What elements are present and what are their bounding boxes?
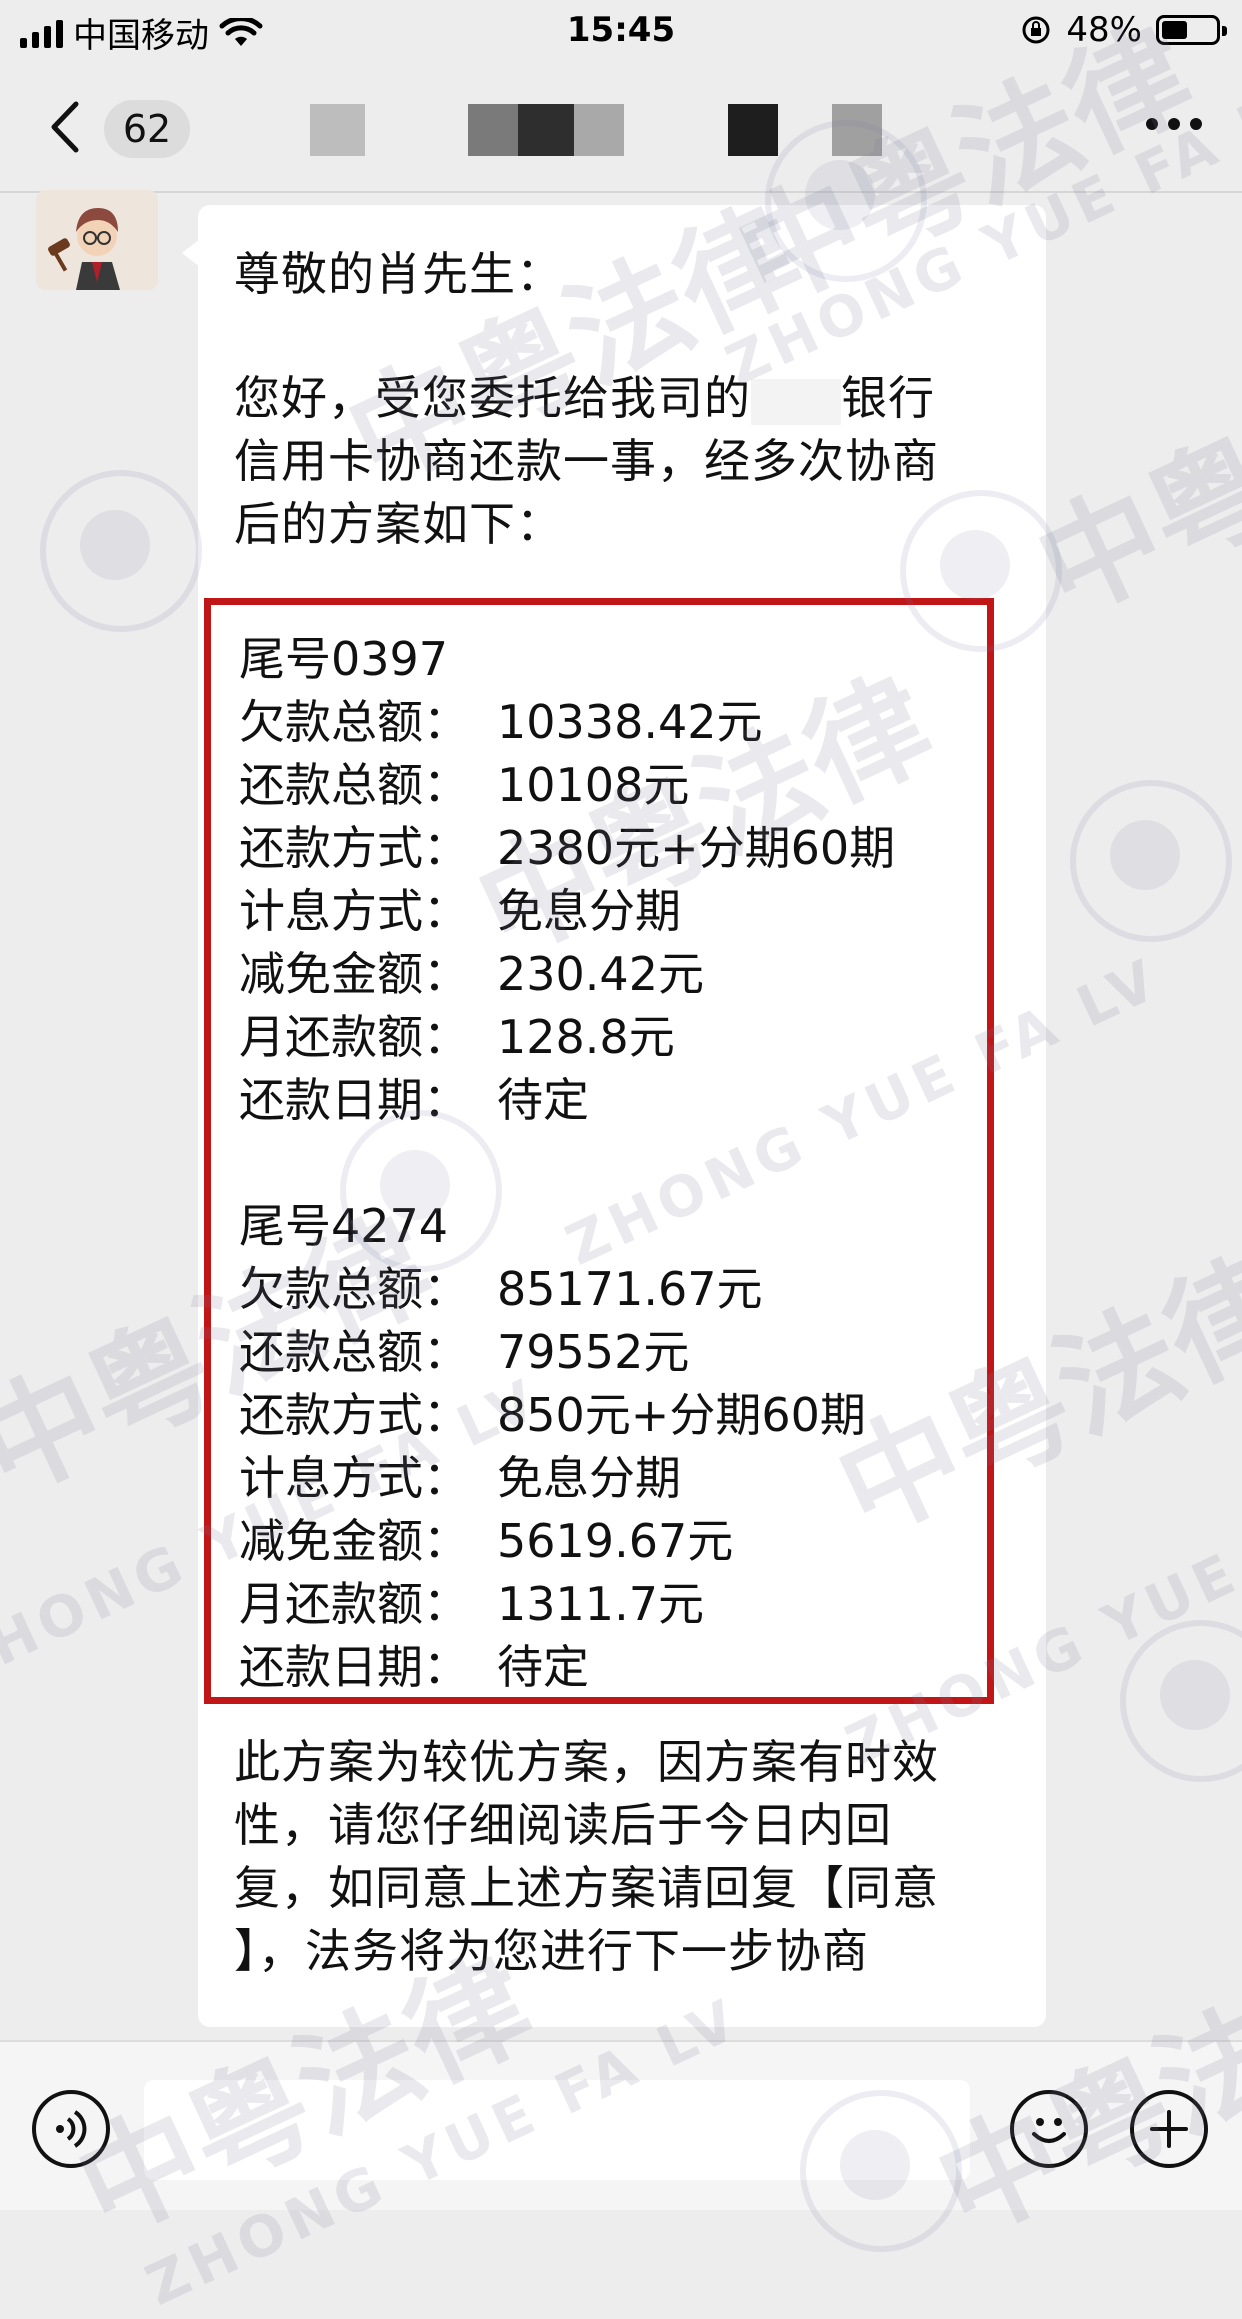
lawyer-avatar-icon	[36, 190, 158, 290]
plan-title: 尾号4274	[239, 1199, 449, 1253]
unread-count-badge[interactable]: 62	[104, 100, 190, 158]
intro-line-1a: 您好，受您委托给我司的	[234, 371, 751, 425]
closing-line-3: 复，如同意上述方案请回复【同意	[234, 1861, 939, 1915]
avatar[interactable]	[36, 190, 158, 290]
watermark-seal-icon	[1120, 1620, 1242, 1782]
plan-row-value: 10108元	[497, 758, 690, 812]
battery-icon	[1156, 15, 1227, 45]
message-input[interactable]	[144, 2080, 970, 2180]
plan-row-value: 5619.67元	[497, 1514, 734, 1568]
closing-line-1: 此方案为较优方案，因方案有时效	[234, 1735, 939, 1789]
plan-row-value: 2380元+分期60期	[497, 821, 896, 875]
voice-icon[interactable]	[32, 2090, 110, 2168]
battery-fill	[1162, 21, 1187, 39]
intro-line-3: 后的方案如下：	[234, 497, 563, 551]
plan-row-label: 还款日期：	[239, 1073, 469, 1127]
redacted-bank-name	[751, 378, 841, 425]
plan-row-value: 免息分期	[497, 884, 681, 938]
plan-row-value: 850元+分期60期	[497, 1388, 866, 1442]
plus-sign-icon	[1150, 2110, 1188, 2148]
smiley-face-icon	[1032, 2118, 1066, 2143]
back-chevron-icon[interactable]	[40, 92, 100, 162]
plan-row-value: 免息分期	[497, 1451, 681, 1505]
plan-row: 还款方式： 850元+分期60期	[239, 1379, 866, 1445]
plan-row: 还款总额： 79552元	[239, 1316, 689, 1382]
plan-highlight-box: 尾号0397 欠款总额： 10338.42元 还款总额： 10108元 还款方式： 2…	[204, 598, 994, 1704]
voice-waves-icon	[56, 2110, 87, 2148]
status-right: 48%	[1020, 10, 1227, 50]
watermark-seal-icon	[1070, 780, 1232, 942]
closing-line-4: 】，法务将为您进行下一步协商	[234, 1924, 869, 1978]
plan-row-value: 1311.7元	[497, 1577, 704, 1631]
plus-icon[interactable]	[1130, 2090, 1208, 2168]
emoji-icon[interactable]	[1010, 2090, 1088, 2168]
plan-row-label: 计息方式：	[239, 1451, 469, 1505]
plan-row-label: 月还款额：	[239, 1577, 469, 1631]
plan-row-label: 月还款额：	[239, 1010, 469, 1064]
plan-row-label: 还款总额：	[239, 758, 469, 812]
plan-row: 欠款总额： 10338.42元	[239, 686, 763, 752]
plan-row: 月还款额： 1311.7元	[239, 1568, 704, 1634]
plan-row-label: 减免金额：	[239, 947, 469, 1001]
plan-row: 还款总额： 10108元	[239, 749, 689, 815]
redacted-title-2	[468, 104, 518, 156]
rotation-lock-icon	[1022, 16, 1050, 44]
plan-row-label: 还款方式：	[239, 821, 469, 875]
plan-row-label: 减免金额：	[239, 1514, 469, 1568]
redacted-title-6	[832, 104, 882, 156]
plan-row-value: 10338.42元	[497, 695, 763, 749]
plan-row-label: 还款方式：	[239, 1388, 469, 1442]
plan-title: 尾号0397	[239, 632, 449, 686]
header-divider	[0, 191, 1242, 193]
message-bubble[interactable]: 尊敬的肖先生： 您好，受您委托给我司的 银行 信用卡协商还款一事，经多次协商 后的…	[182, 205, 1046, 2027]
closing-line-2: 性，请您仔细阅读后于今日内回	[234, 1798, 892, 1852]
status-bar: 中国移动 15:45 48%	[0, 0, 1242, 62]
plan-row: 计息方式： 免息分期	[239, 875, 681, 941]
plan-row-value: 待定	[497, 1640, 589, 1694]
plan-row-label: 欠款总额：	[239, 695, 469, 749]
intro-line-1b: 银行	[841, 371, 935, 425]
plan-row-value: 128.8元	[497, 1010, 675, 1064]
plan-row: 还款方式： 2380元+分期60期	[239, 812, 895, 878]
intro-line-2: 信用卡协商还款一事，经多次协商	[234, 434, 939, 488]
redacted-title-4	[574, 104, 624, 156]
redacted-title-5	[728, 104, 778, 156]
plan-row-value: 230.42元	[497, 947, 704, 1001]
plan-row: 计息方式： 免息分期	[239, 1442, 681, 1508]
chat-header: 62	[0, 62, 1242, 193]
intro-line-1: 您好，受您委托给我司的 银行	[234, 367, 935, 430]
plan-row-value: 85171.67元	[497, 1262, 763, 1316]
plan-row: 还款日期： 待定	[239, 1631, 589, 1697]
plan-row: 减免金额： 5619.67元	[239, 1505, 733, 1571]
input-bar	[0, 2040, 1242, 2210]
plan-row: 减免金额： 230.42元	[239, 938, 704, 1004]
watermark-seal-icon	[40, 470, 202, 632]
plan-row-label: 还款日期：	[239, 1640, 469, 1694]
plan-row-value: 待定	[497, 1073, 589, 1127]
plan-row: 欠款总额： 85171.67元	[239, 1253, 763, 1319]
redacted-title-3	[518, 104, 574, 156]
greeting: 尊敬的肖先生：	[234, 247, 563, 301]
plan-row-label: 计息方式：	[239, 884, 469, 938]
plan-row: 还款日期： 待定	[239, 1064, 589, 1130]
plan-row: 月还款额： 128.8元	[239, 1001, 675, 1067]
more-dots-icon[interactable]	[1146, 118, 1202, 130]
plan-row-value: 79552元	[497, 1325, 690, 1379]
battery-percent: 48%	[1066, 10, 1142, 50]
plan-row-label: 欠款总额：	[239, 1262, 469, 1316]
redacted-title-1	[310, 104, 365, 156]
plan-row-label: 还款总额：	[239, 1325, 469, 1379]
